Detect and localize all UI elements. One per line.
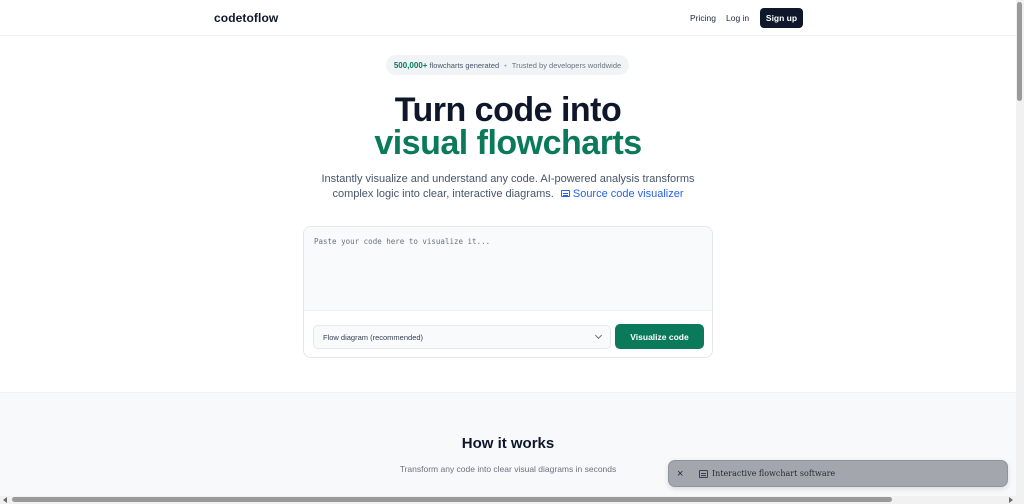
code-input-area (304, 227, 712, 311)
code-editor-card: Flow diagram (recommended) Visualize cod… (303, 226, 713, 358)
signup-button[interactable]: Sign up (760, 8, 803, 28)
visualize-code-button[interactable]: Visualize code (615, 324, 704, 349)
flowchart-count: 500,000+ (393, 60, 428, 70)
toast-text[interactable]: Interactive flowchart software (712, 469, 835, 478)
trusted-text: Trusted by developers worldwide (511, 60, 622, 70)
source-code-visualizer-link[interactable]: Source code visualizer (560, 188, 684, 200)
diagram-icon (560, 190, 570, 197)
how-it-works-title: How it works (461, 435, 555, 452)
site-header: codetoflow Pricing Log in Sign up (0, 0, 1016, 36)
horizontal-scrollbar-thumb[interactable] (12, 497, 892, 502)
scroll-right-arrow-icon[interactable] (1009, 497, 1013, 503)
nav-login-link[interactable]: Log in (726, 13, 749, 23)
logo[interactable]: codetoflow (214, 11, 278, 25)
hero-title-line2: visual flowcharts (374, 124, 642, 162)
scroll-left-arrow-icon[interactable] (3, 497, 7, 503)
code-input[interactable] (304, 227, 712, 310)
nav-pricing-link[interactable]: Pricing (690, 13, 716, 23)
vertical-scrollbar[interactable] (1016, 0, 1024, 496)
close-icon[interactable]: × (677, 467, 683, 481)
horizontal-scrollbar[interactable] (0, 496, 1024, 504)
toast-banner[interactable]: × Interactive flowchart software (668, 460, 1008, 487)
chevron-down-icon (594, 331, 603, 340)
hero-title-line1: Turn code into (394, 91, 622, 129)
diagram-icon (699, 470, 708, 478)
stats-badge: 500,000+ flowcharts generated • Trusted … (386, 55, 629, 75)
source-code-visualizer-label: Source code visualizer (572, 188, 684, 200)
hero-subtitle-line2: complex logic into clear, interactive di… (0, 186, 1016, 202)
diagram-type-value: Flow diagram (recommended) (323, 332, 424, 342)
diagram-type-select[interactable]: Flow diagram (recommended) (313, 325, 611, 349)
hero-subtitle-text: complex logic into clear, interactive di… (332, 188, 554, 200)
vertical-scrollbar-thumb[interactable] (1017, 2, 1022, 101)
hero-subtitle-line1: Instantly visualize and understand any c… (321, 173, 695, 185)
badge-separator: • (504, 60, 507, 70)
flowchart-count-label: flowcharts generated (429, 60, 500, 70)
